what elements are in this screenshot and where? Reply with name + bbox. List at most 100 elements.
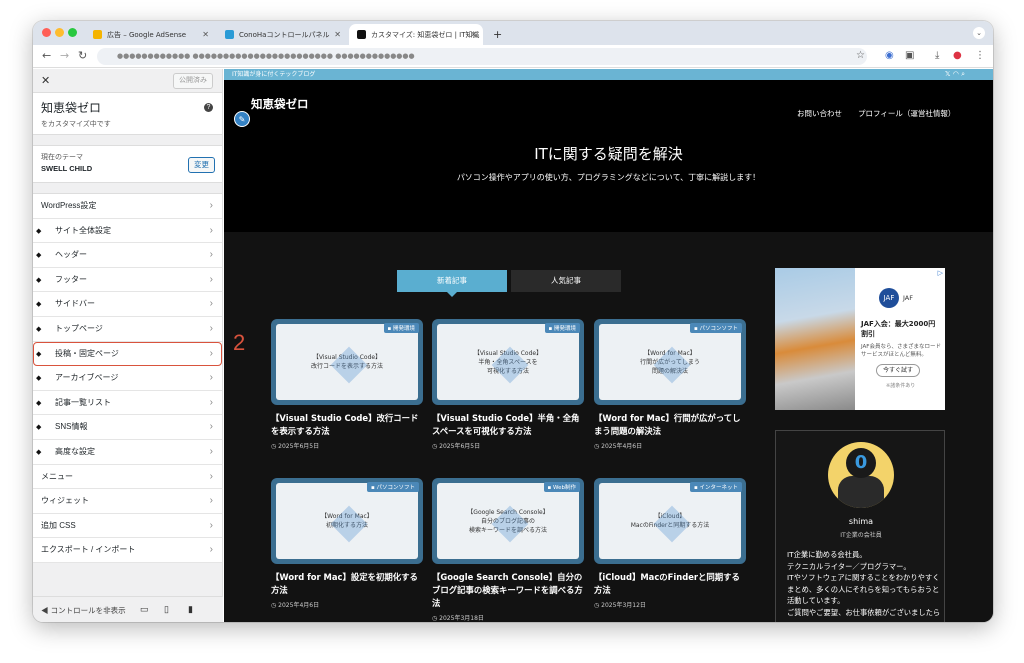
category-badge[interactable]: ▪ 開発環境 [544, 323, 580, 333]
post-title[interactable]: 【Word for Mac】設定を初期化する方法 [271, 571, 423, 597]
reload-icon[interactable]: ↻ [78, 49, 87, 62]
category-badge[interactable]: ▪ 開発環境 [383, 323, 419, 333]
menu-item[interactable]: ◆ 記事一覧リスト › [33, 390, 222, 416]
change-theme-button[interactable]: 変更 [188, 157, 215, 173]
chevron-right-icon: › [209, 200, 213, 211]
post-card[interactable]: 【Visual Studio Code】 半角・全角スペースを 可視化する方法 ▪ … [432, 319, 584, 450]
menu-item-label: WordPress設定 [41, 201, 97, 210]
more-menu-icon[interactable]: ⋮ [975, 50, 985, 61]
new-tab-button[interactable]: + [485, 24, 510, 45]
ad-banner[interactable]: JAF JAF JAF入会：最大2000円割引 JAF会員なら、さまざまなロード… [775, 268, 945, 410]
clock-icon: ◷ [594, 602, 600, 609]
chevron-right-icon: › [209, 224, 213, 236]
close-window-button[interactable] [42, 28, 51, 37]
post-card[interactable]: 【Google Search Console】 自分のブログ記事の 検索キーワード… [432, 478, 584, 622]
post-thumbnail[interactable]: 【Visual Studio Code】 半角・全角スペースを 可視化する方法 ▪ … [432, 319, 584, 405]
menu-item[interactable]: ◆ アーカイブページ › [33, 366, 222, 391]
tab-search-icon[interactable]: ⌄ [973, 27, 985, 39]
post-thumbnail[interactable]: 【Word for Mac】 行間が広がってしまう 問題の解決法 ▪ パソコンソフト [594, 319, 746, 405]
url-field[interactable]: ●●●●●●●●●●●● ●●●●●●●●●●●●●●●●●●●●●●● ●●●… [97, 48, 867, 65]
extension-icon[interactable]: ◉ [885, 50, 894, 61]
publish-button[interactable]: 公開済み [173, 73, 213, 89]
post-thumbnail[interactable]: 【Word for Mac】 初期化する方法 ▪ パソコンソフト [271, 478, 423, 564]
tab-conoha[interactable]: ConoHaコントロールパネル ✕ [217, 24, 347, 45]
close-tab-icon[interactable]: ✕ [470, 30, 477, 39]
category-badge[interactable]: ▪ Web制作 [543, 482, 580, 492]
post-card[interactable]: 【Visual Studio Code】 改行コードを表示する方法 ▪ 開発環境 【V… [271, 319, 423, 450]
post-title[interactable]: 【Word for Mac】行間が広がってしまう問題の解決法 [594, 412, 746, 438]
x-icon[interactable]: 𝕏 [945, 70, 951, 78]
post-date-value: 2025年4月6日 [601, 443, 643, 450]
back-icon[interactable]: ← [42, 49, 51, 62]
menu-item[interactable]: ◆ 高度な設定 › [33, 439, 222, 465]
bookmark-star-icon[interactable]: ☆ [856, 50, 865, 61]
site-header: ✎ 知恵袋ゼロ お問い合わせ プロフィール（運営社情報） ITに関する疑問を解決… [224, 80, 993, 232]
tablet-preview-icon[interactable]: ▯ [164, 604, 169, 615]
post-thumbnail[interactable]: 【Google Search Console】 自分のブログ記事の 検索キーワード… [432, 478, 584, 564]
rss-icon[interactable]: ◠ [953, 70, 959, 78]
search-icon[interactable]: ⌕ [961, 70, 965, 78]
ad-cta-button[interactable]: 今すぐ試す [876, 364, 921, 377]
site-title: 知恵袋ゼロ [41, 101, 102, 115]
menu-item[interactable]: ◆ フッター › [33, 267, 222, 293]
adchoices-icon[interactable]: ▷ [938, 269, 943, 277]
close-customizer-icon[interactable]: ✕ [41, 74, 50, 87]
menu-item[interactable]: ウィジェット › [33, 489, 222, 514]
clock-icon: ◷ [271, 602, 277, 609]
category-label: パソコンソフト [699, 326, 738, 332]
tab-new-posts[interactable]: 新着記事 [397, 270, 507, 297]
customizer-header: ✕ 公開済み [33, 69, 222, 93]
menu-item-label: サイドバー [55, 299, 95, 309]
swell-leaf-icon: ◆ [36, 325, 42, 333]
category-badge[interactable]: ▪ パソコンソフト [690, 323, 742, 333]
post-card[interactable]: 【Word for Mac】 初期化する方法 ▪ パソコンソフト【Word for … [271, 478, 423, 609]
post-title[interactable]: 【Google Search Console】自分のブログ記事の検索キーワードを… [432, 571, 584, 610]
swell-leaf-icon: ◆ [36, 424, 42, 432]
mobile-preview-icon[interactable]: ▮ [188, 604, 193, 615]
help-icon[interactable]: ? [204, 103, 213, 112]
menu-item[interactable]: ◆ SNS情報 › [33, 415, 222, 440]
close-tab-icon[interactable]: ✕ [334, 30, 341, 39]
forward-icon[interactable]: → [60, 49, 69, 62]
category-badge[interactable]: ▪ パソコンソフト [367, 482, 419, 492]
tab-adsense[interactable]: 広告 – Google AdSense ✕ [85, 24, 215, 45]
tab-popular-posts[interactable]: 人気記事 [511, 270, 621, 292]
ad-body: JAF会員なら、さまざまなロードサービスがほとんど無料。 [861, 344, 941, 358]
extensions-puzzle-icon[interactable]: ▣ [905, 50, 914, 61]
zoom-window-button[interactable] [68, 28, 77, 37]
post-thumbnail[interactable]: 【iCloud】 MacのFinderと同期する方法 ▪ インターネット [594, 478, 746, 564]
nav-profile[interactable]: プロフィール（運営社情報） [858, 108, 955, 119]
post-card[interactable]: 【iCloud】 MacのFinderと同期する方法 ▪ インターネット 【iClou… [594, 478, 746, 609]
hide-controls-button[interactable]: ◀ コントロールを非表示 [41, 605, 126, 616]
tab-label: ConoHaコントロールパネル [239, 30, 330, 39]
desktop-preview-icon[interactable]: ▭ [140, 604, 149, 615]
menu-item[interactable]: ◆ サイドバー › [33, 292, 222, 317]
tab-customizer[interactable]: カスタマイズ: 知恵袋ゼロ | IT知識 ✕ [349, 24, 483, 45]
menu-item[interactable]: 追加 CSS › [33, 513, 222, 539]
nav-contact[interactable]: お問い合わせ [797, 108, 842, 119]
menu-item[interactable]: WordPress設定 › [33, 194, 222, 219]
menu-item[interactable]: ◆ トップページ › [33, 316, 222, 342]
post-date-value: 2025年6月5日 [278, 443, 320, 450]
menu-item[interactable]: ◆ 投稿・固定ページ › [33, 341, 222, 367]
download-icon[interactable]: ⤓ [935, 50, 939, 61]
profile-avatar-icon[interactable]: ● [953, 50, 962, 61]
clock-icon: ◷ [432, 443, 438, 450]
menu-item[interactable]: エクスポート / インポート › [33, 538, 222, 563]
close-tab-icon[interactable]: ✕ [202, 30, 209, 39]
post-date-value: 2025年4月6日 [278, 602, 320, 609]
post-thumbnail[interactable]: 【Visual Studio Code】 改行コードを表示する方法 ▪ 開発環境 [271, 319, 423, 405]
post-title[interactable]: 【iCloud】MacのFinderと同期する方法 [594, 571, 746, 597]
post-title[interactable]: 【Visual Studio Code】半角・全角スペースを可視化する方法 [432, 412, 584, 438]
swell-leaf-icon: ◆ [36, 227, 42, 235]
theme-panel: 現在のテーマ SWELL CHILD 変更 [33, 145, 222, 183]
post-card[interactable]: 【Word for Mac】 行間が広がってしまう 問題の解決法 ▪ パソコンソフト… [594, 319, 746, 450]
category-badge[interactable]: ▪ インターネット [690, 482, 742, 492]
menu-item[interactable]: ◆ ヘッダー › [33, 243, 222, 268]
edit-shortcut-pencil-icon[interactable]: ✎ [234, 111, 250, 127]
menu-item[interactable]: ◆ サイト全体設定 › [33, 218, 222, 244]
post-title[interactable]: 【Visual Studio Code】改行コードを表示する方法 [271, 412, 423, 438]
minimize-window-button[interactable] [55, 28, 64, 37]
site-logo[interactable]: 知恵袋ゼロ [251, 96, 309, 112]
menu-item[interactable]: メニュー › [33, 464, 222, 490]
